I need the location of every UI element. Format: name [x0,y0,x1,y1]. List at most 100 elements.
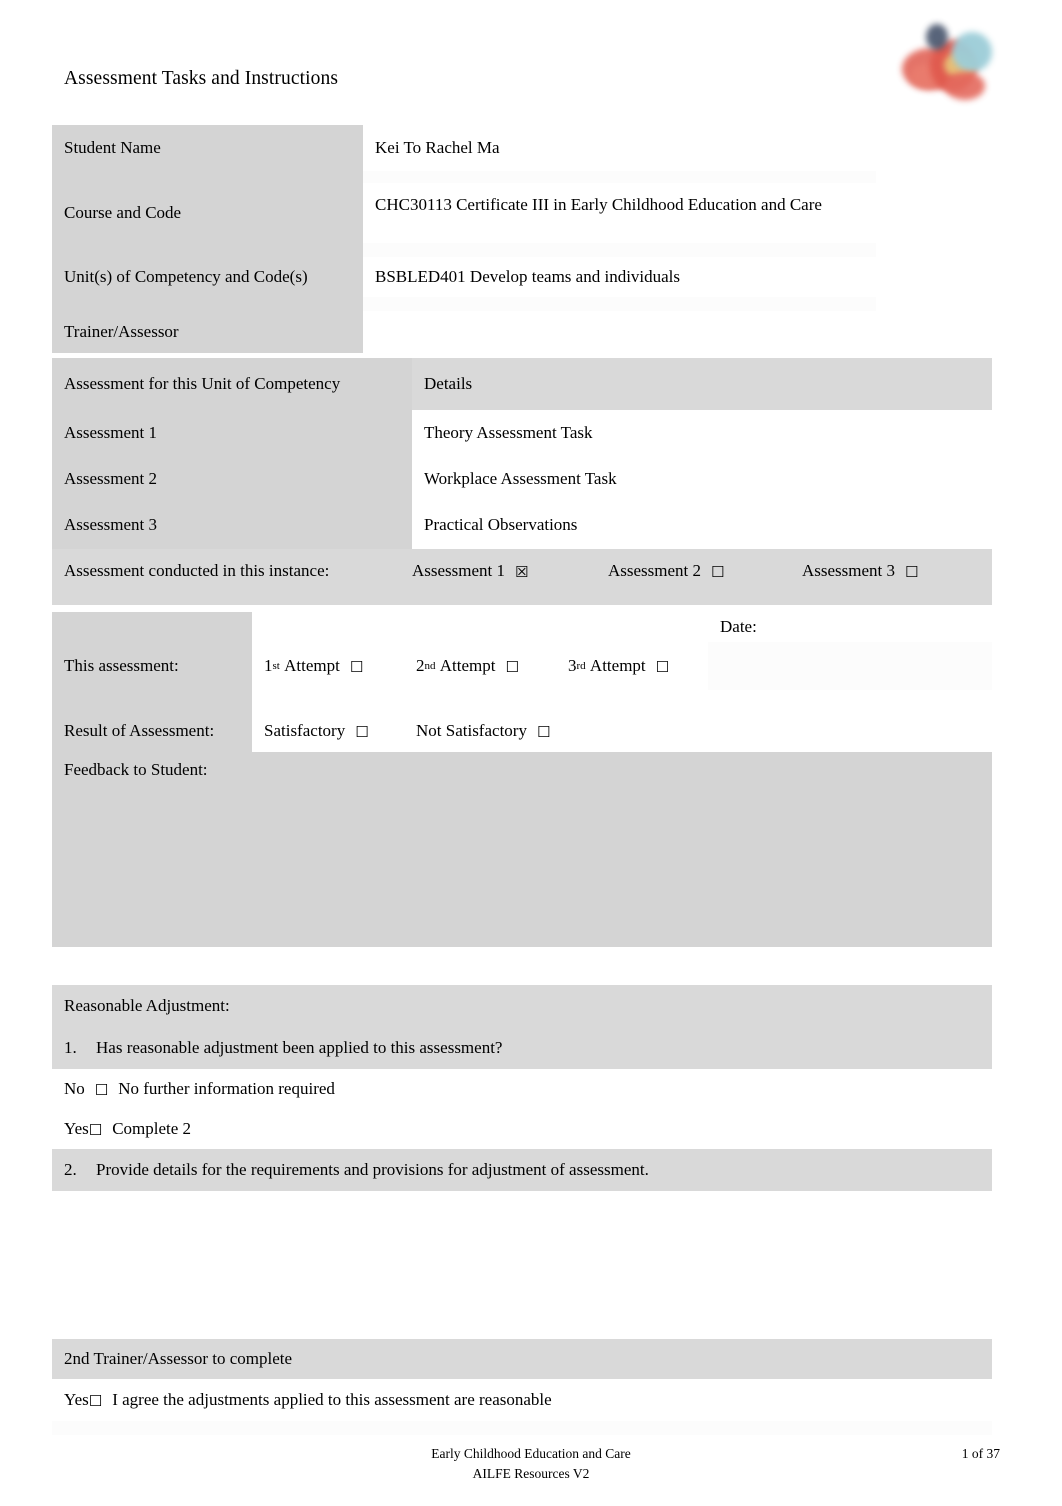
course-code-label: Course and Code [52,183,363,243]
attempt-2-option[interactable]: 2nd Attempt ☐ [404,642,556,690]
spacer-cell [52,1421,992,1435]
attempt-2-ordinal: 2 [416,655,425,675]
attempt-1-option[interactable]: 1st Attempt ☐ [252,642,404,690]
spacer-cell [363,297,876,311]
attempt-1-label: Attempt [284,655,340,675]
unit-competency-label: Unit(s) of Competency and Code(s) [52,257,363,297]
conducted-option-assessment-2[interactable]: Assessment 2 ☐ [608,560,802,582]
attempt-3-ordinal: 3 [568,655,577,675]
table-row: 2. Provide details for the requirements … [52,1149,992,1191]
adjustment-details-input[interactable] [52,1205,992,1317]
answer-no-text: No further information required [118,1078,335,1098]
assessment-list-table: Assessment for this Unit of Competency D… [52,358,992,605]
checkbox-satisfactory[interactable]: ☐ [355,724,368,740]
unit-competency-value[interactable]: BSBLED401 Develop teams and individuals [363,257,876,297]
table-row: Assessment 3 Practical Observations [52,502,992,549]
spacer-cell [52,171,363,183]
result-option-not-satisfactory[interactable]: Not Satisfactory ☐ [404,710,992,752]
document-page: Assessment Tasks and Instructions Studen… [0,0,1062,1506]
conducted-option-3-label: Assessment 3 [802,560,896,580]
table-row [52,1421,992,1435]
table-row: This assessment: 1st Attempt ☐ 2nd Attemp… [52,642,992,690]
table-row: Reasonable Adjustment: [52,985,992,1027]
checkbox-assessment-3[interactable]: ☐ [905,564,918,580]
checkbox-yes[interactable]: ☐ [89,1122,102,1138]
table-row: Assessment 2 Workplace Assessment Task [52,456,992,502]
table-row: Date: [52,612,992,642]
question-1-number: 1. [64,1037,77,1057]
attempt-3-option[interactable]: 3rd Attempt ☐ [556,642,708,690]
date-label: Date: [708,612,992,642]
conducted-option-assessment-3[interactable]: Assessment 3 ☐ [802,560,918,582]
assessment-1-label: Assessment 1 [52,410,412,456]
second-assessor-agree-row[interactable]: Yes ☐ I agree the adjustments applied to t… [52,1379,992,1421]
page-number: 1 of 37 [961,1446,1000,1461]
table-row: Assessment conducted in this instance: A… [52,549,992,593]
checkbox-attempt-2[interactable]: ☐ [505,659,518,675]
assessment-1-detail: Theory Assessment Task [412,410,992,456]
question-2-row: 2. Provide details for the requirements … [52,1149,992,1191]
table-row [52,690,992,710]
question-2-number: 2. [64,1159,77,1179]
spacer-cell [52,243,363,257]
checkbox-no[interactable]: ☐ [95,1082,108,1098]
question-1-row: 1. Has reasonable adjustment been applie… [52,1027,992,1069]
feedback-to-student-area[interactable]: Feedback to Student: [52,752,992,947]
page-title: Assessment Tasks and Instructions [64,68,339,89]
agree-prefix: Yes [64,1389,89,1409]
spacer-cell [404,612,556,642]
feedback-to-student-label: Feedback to Student: [64,760,208,779]
footer-line-2: AILFE Resources V2 [472,1466,590,1482]
checkbox-assessment-2[interactable]: ☐ [711,564,724,580]
assessment-2-label: Assessment 2 [52,456,412,502]
question-2-text: Provide details for the requirements and… [96,1159,649,1179]
assessment-2-detail: Workplace Assessment Task [412,456,992,502]
checkbox-assessment-1[interactable]: ☒ [515,564,528,580]
table-row: Assessment 1 Theory Assessment Task [52,410,992,456]
ailfe-logo-icon [900,18,996,100]
result-of-assessment-label: Result of Assessment: [52,710,252,752]
trainer-assessor-value[interactable] [363,311,876,353]
table-row: Student Name Kei To Rachel Ma [52,125,876,171]
answer-yes-text: Complete 2 [112,1118,192,1138]
footer-line-1: Early Childhood Education and Care [431,1446,631,1461]
answer-yes-prefix: Yes [64,1118,89,1138]
attempt-2-label: Attempt [439,655,496,675]
spacer-cell [52,297,363,311]
conducted-option-assessment-1[interactable]: Assessment 1 ☒ [412,560,608,582]
spacer-cell [556,612,708,642]
spacer-cell [52,690,252,710]
table-row [52,593,992,605]
question-1-text: Has reasonable adjustment been applied t… [96,1037,503,1057]
table-row [52,297,876,311]
reasonable-adjustment-table: Reasonable Adjustment: 1. Has reasonable… [52,985,992,1435]
student-name-value[interactable]: Kei To Rachel Ma [363,125,876,171]
table-row: No ☐ No further information required [52,1069,992,1109]
table-row: Yes ☐ Complete 2 [52,1109,992,1149]
spacer-cell [52,612,252,642]
answer-yes-row[interactable]: Yes ☐ Complete 2 [52,1109,992,1149]
date-value-field[interactable] [708,642,992,690]
assessment-3-label: Assessment 3 [52,502,412,549]
checkbox-attempt-1[interactable]: ☐ [350,659,363,675]
table-row: 1. Has reasonable adjustment been applie… [52,1027,992,1069]
spacer-cell [52,1317,992,1339]
checkbox-attempt-3[interactable]: ☐ [656,659,669,675]
spacer-cell [363,243,876,257]
not-satisfactory-label: Not Satisfactory [416,720,527,740]
table-row: Unit(s) of Competency and Code(s) BSBLED… [52,257,876,297]
details-header: Details [412,358,992,410]
table-row: Trainer/Assessor [52,311,876,353]
checkbox-agree[interactable]: ☐ [89,1393,102,1409]
checkbox-not-satisfactory[interactable]: ☐ [537,724,550,740]
table-header-row: Assessment for this Unit of Competency D… [52,358,992,410]
conducted-option-2-label: Assessment 2 [608,560,702,580]
answer-no-prefix: No [64,1078,85,1098]
student-name-label: Student Name [52,125,363,171]
course-code-value[interactable]: CHC30113 Certificate III in Early Childh… [363,183,876,243]
feedback-to-student-value[interactable] [64,780,992,930]
result-option-satisfactory[interactable]: Satisfactory ☐ [252,710,404,752]
answer-no-row[interactable]: No ☐ No further information required [52,1069,992,1109]
page-footer: Early Childhood Education and Care AILFE… [0,1444,1062,1485]
spacer-cell [52,593,992,605]
